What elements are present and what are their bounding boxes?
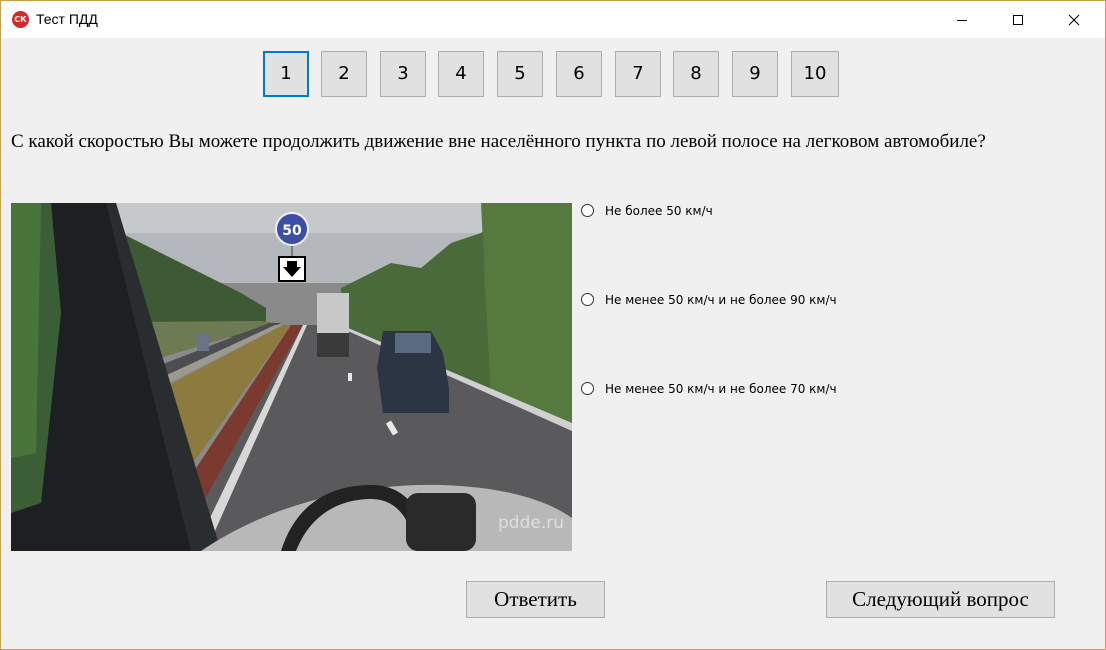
- maximize-icon: [1013, 15, 1023, 25]
- minimize-button[interactable]: [939, 1, 985, 38]
- answer-option-1[interactable]: Не более 50 км/ч: [581, 204, 1101, 222]
- speed-sign-text: 50: [282, 223, 302, 239]
- app-window: СК Тест ПДД 1 2 3 4 5 6 7 8 9 10 С какой…: [0, 0, 1106, 650]
- title-bar[interactable]: СК Тест ПДД: [1, 1, 1105, 38]
- image-watermark: pdde.ru: [498, 513, 564, 533]
- maximize-button[interactable]: [995, 1, 1041, 38]
- minimize-icon: [957, 20, 967, 21]
- app-logo-icon: СК: [12, 11, 29, 28]
- question-8-button[interactable]: 8: [673, 51, 719, 97]
- road-scene-illustration: 50 pdde.ru: [11, 203, 572, 551]
- next-question-button[interactable]: Следующий вопрос: [826, 581, 1055, 618]
- answer-3-label[interactable]: Не менее 50 км/ч и не более 70 км/ч: [605, 382, 837, 396]
- question-3-button[interactable]: 3: [380, 51, 426, 97]
- question-2-button[interactable]: 2: [321, 51, 367, 97]
- answer-3-radio[interactable]: [581, 382, 594, 395]
- question-10-button[interactable]: 10: [791, 51, 839, 97]
- question-9-button[interactable]: 9: [732, 51, 778, 97]
- answer-option-2[interactable]: Не менее 50 км/ч и не более 90 км/ч: [581, 293, 1101, 311]
- question-image: 50 pdde.ru: [11, 203, 572, 551]
- answer-2-label[interactable]: Не менее 50 км/ч и не более 90 км/ч: [605, 293, 837, 307]
- window-title: Тест ПДД: [36, 11, 98, 27]
- answer-2-radio[interactable]: [581, 293, 594, 306]
- answer-1-label[interactable]: Не более 50 км/ч: [605, 204, 713, 218]
- question-7-button[interactable]: 7: [615, 51, 661, 97]
- close-button[interactable]: [1051, 1, 1097, 38]
- submit-answer-button[interactable]: Ответить: [466, 581, 605, 618]
- close-icon: [1068, 14, 1080, 26]
- question-4-button[interactable]: 4: [438, 51, 484, 97]
- answer-1-radio[interactable]: [581, 204, 594, 217]
- question-6-button[interactable]: 6: [556, 51, 602, 97]
- answer-option-3[interactable]: Не менее 50 км/ч и не более 70 км/ч: [581, 382, 1101, 400]
- question-5-button[interactable]: 5: [497, 51, 543, 97]
- question-text: С какой скоростью Вы можете продолжить д…: [11, 131, 986, 152]
- question-1-button[interactable]: 1: [263, 51, 309, 97]
